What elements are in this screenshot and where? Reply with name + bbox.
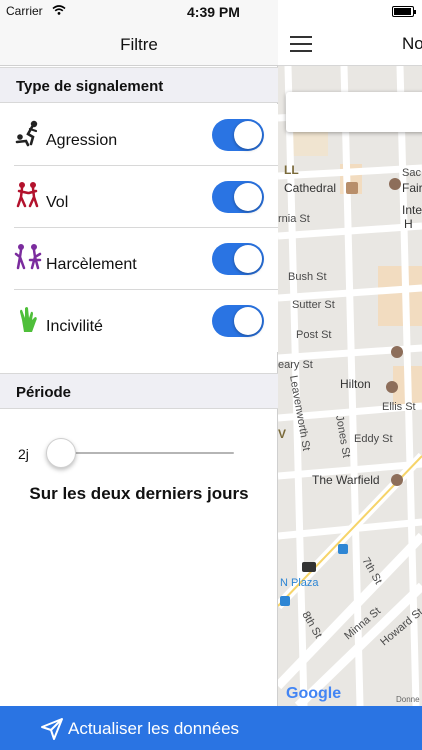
period-slider-thumb[interactable] [46, 438, 76, 468]
map-label-inte: Inte [402, 203, 422, 217]
hamburger-menu-icon[interactable] [290, 36, 312, 52]
map-label-h: H [404, 217, 413, 231]
section-title: Type de signalement [16, 78, 164, 95]
battery-icon [392, 6, 416, 17]
map-label-cathedral: Cathedral [284, 181, 336, 195]
transit-icon [338, 544, 348, 554]
toggle-knob [234, 245, 262, 273]
refresh-data-label: Actualiser les données [68, 719, 240, 738]
map-nav-title: No [402, 34, 422, 53]
filter-label-agression: Agression [46, 132, 118, 149]
map-label-warfield: The Warfield [312, 473, 380, 487]
section-header-report-type: Type de signalement [0, 67, 278, 103]
map-label-nplaza: N Plaza [280, 577, 319, 589]
map-bottom-bar[interactable] [278, 706, 422, 750]
status-bar: Carrier 4:39 PM [0, 0, 278, 22]
map-canvas[interactable]: LL Cathedral Fair Sac Inte H rnia St Bus… [278, 66, 422, 706]
incivility-icon [20, 307, 37, 332]
map-label-sutter: Sutter St [292, 299, 335, 311]
toggle-knob [234, 307, 262, 335]
hotel-icon [386, 381, 398, 393]
theft-icon [16, 182, 39, 208]
filter-row-vol[interactable]: Vol [0, 166, 278, 228]
toggle-knob [234, 121, 262, 149]
map-label-fairmont: Fair [402, 181, 422, 195]
map-label-eddy: Eddy St [354, 433, 393, 445]
map-panel[interactable]: LL Cathedral Fair Sac Inte H rnia St Bus… [278, 0, 422, 750]
filter-row-incivilite[interactable]: Incivilité [0, 290, 278, 352]
map-label-post: Post St [296, 329, 331, 341]
poi-icon [389, 178, 401, 190]
toggle-agression[interactable] [212, 119, 264, 151]
drawer-title: Filtre [120, 35, 158, 54]
map-label-donne: Donne [396, 695, 420, 704]
status-time: 4:39 PM [187, 4, 240, 20]
toggle-vol[interactable] [212, 181, 264, 213]
section-header-period: Période [0, 373, 278, 409]
map-navbar: No [278, 22, 422, 66]
toggle-harcelement[interactable] [212, 243, 264, 275]
location-arrow-icon [41, 718, 63, 740]
google-logo: Google [286, 685, 341, 702]
toggle-incivilite[interactable] [212, 305, 264, 337]
period-description: Sur les deux derniers jours [29, 484, 249, 503]
filter-row-agression[interactable]: Agression [0, 104, 278, 166]
map-search-box[interactable] [286, 92, 422, 132]
map-label-bush: Bush St [288, 271, 327, 283]
bus-icon [302, 562, 316, 572]
map-label-geary: eary St [278, 359, 313, 371]
transit-icon [280, 596, 290, 606]
poi-icon [391, 474, 403, 486]
filter-label-harcelement: Harcèlement [46, 256, 137, 273]
drawer-navbar: Filtre [0, 22, 278, 66]
filter-label-incivilite: Incivilité [46, 318, 103, 335]
wifi-icon [52, 5, 66, 15]
map-label-sac: Sac [402, 167, 421, 179]
refresh-data-button[interactable]: Actualiser les données [0, 706, 278, 750]
carrier-label: Carrier [6, 4, 43, 18]
filter-drawer: Carrier 4:39 PM Filtre Type de signaleme… [0, 0, 278, 750]
map-label-v: V [278, 427, 286, 441]
poi-icon [346, 182, 358, 194]
map-block [378, 266, 422, 326]
filter-row-harcelement[interactable]: Harcèlement [0, 228, 278, 290]
poi-icon [391, 346, 403, 358]
map-label-ellis: Ellis St [382, 401, 416, 413]
map-label-hilton: Hilton [340, 377, 371, 391]
map-label-ll: LL [284, 163, 299, 177]
agression-icon [15, 120, 38, 147]
period-slider-value: 2j [18, 446, 29, 462]
section-title: Période [16, 384, 72, 401]
filter-label-vol: Vol [46, 194, 69, 211]
toggle-knob [234, 183, 262, 211]
harassment-icon [14, 244, 42, 270]
map-status-bar [278, 0, 422, 22]
map-label-california: rnia St [278, 213, 310, 225]
